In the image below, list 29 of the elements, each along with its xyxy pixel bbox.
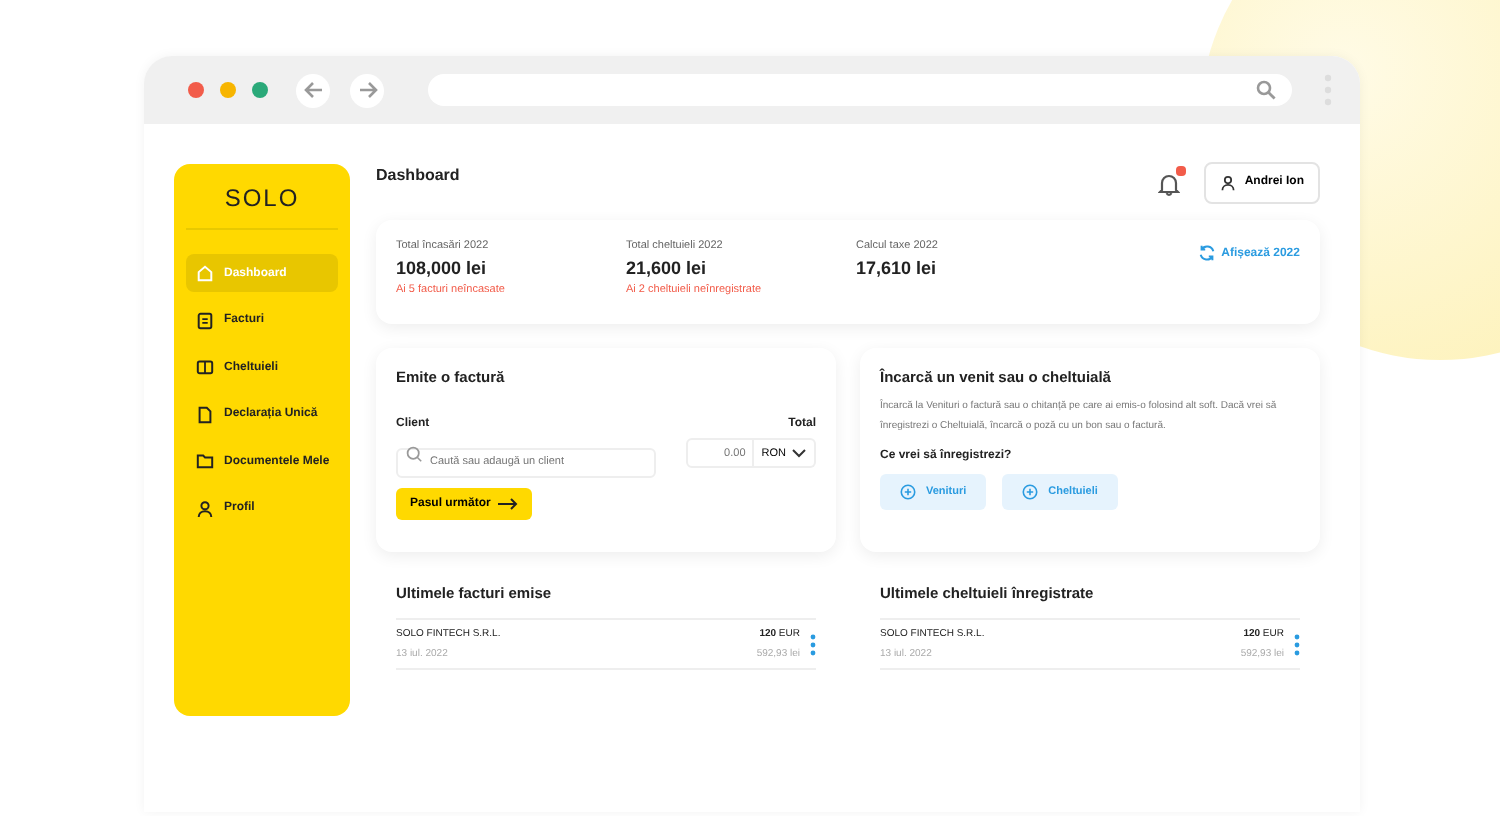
stat-value: 108,000 lei: [396, 258, 489, 278]
refresh-icon: [1197, 244, 1216, 262]
forward-button[interactable]: [350, 73, 384, 107]
stat-value: 17,610 lei: [856, 258, 939, 278]
stat-value: 21,600 lei: [626, 258, 709, 278]
wallet-icon: [196, 358, 214, 376]
home-icon: [196, 264, 214, 282]
user-icon: [1220, 173, 1237, 191]
page-title: Dashboard: [376, 165, 462, 183]
more-icon[interactable]: [810, 633, 816, 655]
search-icon: [406, 445, 422, 461]
invoice-icon: [196, 311, 214, 329]
maximize-dot-icon[interactable]: [252, 82, 268, 98]
arrow-right-icon: [498, 498, 519, 510]
document-icon: [196, 405, 214, 423]
search-icon[interactable]: [1256, 80, 1276, 100]
minimize-dot-icon[interactable]: [220, 82, 236, 98]
chevron-down-icon: [792, 448, 806, 458]
plus-circle-icon: [1022, 484, 1039, 500]
logo: SOLO: [222, 182, 302, 216]
user-icon: [196, 499, 214, 517]
plus-circle-icon: [900, 484, 916, 500]
folder-icon: [196, 452, 214, 470]
more-icon[interactable]: [1294, 633, 1300, 655]
bell-icon[interactable]: [1158, 172, 1181, 196]
arrow-right-icon: [357, 80, 377, 100]
close-dot-icon[interactable]: [188, 82, 204, 98]
back-button[interactable]: [296, 73, 330, 107]
arrow-left-icon: [303, 80, 323, 100]
